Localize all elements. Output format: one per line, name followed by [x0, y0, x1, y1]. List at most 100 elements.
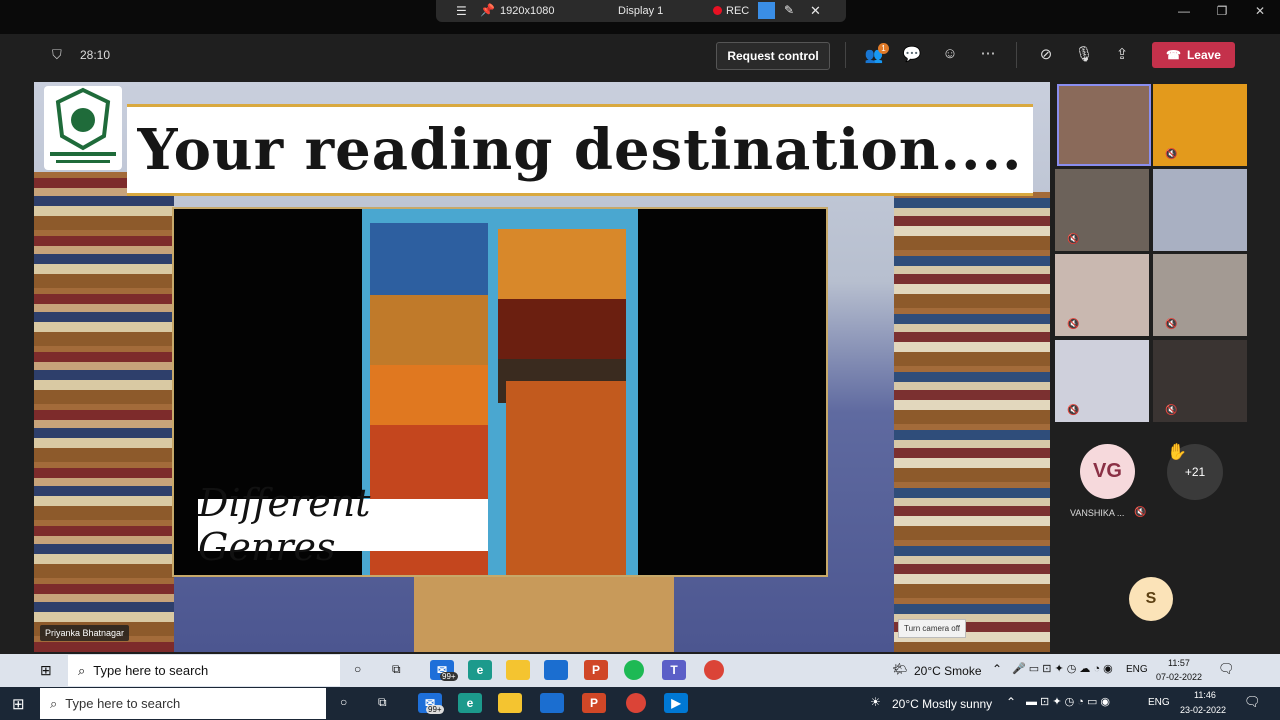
powerpoint-icon[interactable]: P	[582, 693, 606, 713]
participant-video-tile[interactable]: 🔇	[1153, 84, 1247, 166]
taskbar-remote: ⊞ ⌕ Type here to search ○ ⧉ ✉ 99+ e P T …	[0, 654, 1280, 687]
tray-icons[interactable]: ▬ ⊡ ✦ ◷ ◔ ▭ ◉	[1026, 695, 1110, 708]
leave-label: Leave	[1186, 48, 1221, 62]
chevron-up-icon[interactable]: ⌃	[992, 662, 1002, 676]
presenter-name-tag: Priyanka Bhatnagar	[40, 625, 130, 641]
file-explorer-icon[interactable]	[506, 660, 530, 680]
windows-start-icon[interactable]: ⊞	[12, 695, 25, 713]
mic-off-icon[interactable]: 🎙	[1072, 45, 1096, 63]
mic-off-icon: 🔇	[1165, 405, 1178, 416]
remote-desktop-icon[interactable]: ▶	[664, 693, 688, 713]
participant-video-tile[interactable]: 🔇	[1055, 340, 1149, 422]
participants-panel: 🔇 🔇 🔇 🔇 🔇 🔇 VG VANSHIKA ... 🔇 +21 ✋ S	[1050, 82, 1250, 652]
clock-time[interactable]: 11:57	[1168, 658, 1190, 668]
book-cover	[370, 365, 488, 425]
task-view-icon[interactable]: ⧉	[392, 662, 401, 677]
cortana-icon[interactable]: ○	[340, 695, 347, 709]
participant-video-tile[interactable]: 🔇	[1153, 340, 1247, 422]
shared-screen: Your reading destination.... Different G…	[34, 82, 1050, 652]
meeting-header	[34, 34, 1250, 80]
meeting-timer: 28:10	[80, 48, 111, 62]
language-indicator[interactable]: ENG	[1148, 697, 1170, 708]
people-badge: 1	[878, 43, 889, 54]
spotify-icon[interactable]	[624, 660, 644, 680]
cortana-icon[interactable]: ○	[354, 662, 361, 676]
book-cover	[506, 381, 626, 575]
clock-date[interactable]: 07-02-2022	[1156, 672, 1202, 682]
avatar[interactable]: VG	[1080, 444, 1135, 499]
clock-time[interactable]: 11:46	[1194, 690, 1216, 700]
mic-off-icon: 🔇	[1165, 149, 1178, 160]
more-options-icon[interactable]: ⋯	[976, 44, 1000, 62]
genres-caption-text: Different Genres	[198, 481, 371, 569]
rec-dot-icon	[713, 6, 722, 15]
powerpoint-icon[interactable]: P	[584, 660, 608, 680]
shield-icon: ⛉	[52, 47, 62, 62]
divider	[845, 42, 846, 68]
pencil-icon[interactable]: ✎	[784, 3, 794, 17]
rec-label: REC	[726, 5, 750, 17]
genres-caption: Different Genres	[198, 481, 488, 569]
participant-name: VANSHIKA ...	[1070, 508, 1125, 518]
screen-icon[interactable]	[758, 2, 775, 19]
book-cover	[370, 295, 488, 365]
camera-off-icon[interactable]: ⊘	[1034, 45, 1058, 63]
participant-video-tile[interactable]: 🔇	[1153, 254, 1247, 336]
mic-off-icon: 🔇	[1067, 319, 1080, 330]
close-icon[interactable]: ✕	[810, 3, 821, 19]
file-explorer-icon[interactable]	[498, 693, 522, 713]
search-icon: ⌕	[50, 695, 58, 711]
chrome-icon[interactable]	[704, 660, 724, 680]
mic-off-icon: 🔇	[1067, 405, 1080, 416]
request-control-button[interactable]: Request control	[716, 42, 830, 70]
notification-icon[interactable]: 🗨	[1244, 694, 1261, 710]
search-box[interactable]: ⌕ Type here to search	[68, 655, 340, 686]
chat-icon[interactable]: 💬	[900, 45, 924, 63]
tray-icons[interactable]: 🎤 ▭ ⊡ ✦ ◷ ☁ ◔ ◉	[1012, 662, 1113, 675]
slide-title-banner: Your reading destination....	[127, 104, 1033, 196]
school-logo	[44, 86, 122, 170]
participant-video-tile[interactable]	[1057, 84, 1151, 166]
participant-video-tile[interactable]: 🔇	[1055, 169, 1149, 251]
clock-date[interactable]: 23-02-2022	[1180, 705, 1226, 715]
mic-off-icon: 🔇	[1134, 507, 1147, 518]
avatar[interactable]: S	[1129, 577, 1173, 621]
phone-icon: ☎	[1166, 48, 1181, 62]
divider	[1016, 42, 1017, 68]
restore-icon[interactable]: ❐	[1204, 4, 1240, 18]
share-screen-icon[interactable]: ⇪	[1110, 45, 1134, 63]
embedded-video: Different Genres	[172, 207, 828, 577]
store-icon[interactable]	[544, 660, 568, 680]
hamburger-icon[interactable]: ☰	[456, 4, 467, 18]
leave-button[interactable]: ☎ Leave	[1152, 42, 1235, 68]
mail-badge: 99+	[440, 672, 458, 681]
participant-video-tile[interactable]	[1153, 169, 1247, 251]
search-box[interactable]: ⌕ Type here to search	[40, 688, 326, 719]
pin-icon[interactable]: 📌	[480, 3, 495, 17]
mail-badge: 99+	[426, 705, 444, 714]
display-label[interactable]: Display 1	[618, 5, 663, 17]
reactions-icon[interactable]: ☺	[938, 45, 962, 62]
store-icon[interactable]	[540, 693, 564, 713]
search-icon: ⌕	[78, 662, 86, 678]
book-cover	[498, 229, 626, 299]
windows-start-icon[interactable]: ⊞	[40, 662, 52, 679]
slide-title: Your reading destination....	[137, 117, 1023, 183]
task-view-icon[interactable]: ⧉	[378, 695, 387, 710]
notification-icon[interactable]: 🗨	[1218, 661, 1235, 677]
weather-icon: 🌤	[892, 662, 908, 676]
teams-icon[interactable]: T	[662, 660, 686, 680]
weather-text: 20°C Smoke	[914, 664, 982, 678]
edge-icon[interactable]: e	[468, 660, 492, 680]
book-cover	[498, 299, 626, 359]
weather-text: 20°C Mostly sunny	[892, 697, 993, 711]
chevron-up-icon[interactable]: ⌃	[1006, 695, 1016, 709]
participant-video-tile[interactable]: 🔇	[1055, 254, 1149, 336]
language-indicator[interactable]: ENG	[1126, 664, 1148, 675]
edge-icon[interactable]: e	[458, 693, 482, 713]
weather-icon: ☀	[870, 695, 881, 709]
window-close-icon[interactable]: ✕	[1242, 4, 1278, 18]
chrome-icon[interactable]	[626, 693, 646, 713]
search-placeholder: Type here to search	[93, 663, 209, 678]
minimize-icon[interactable]: —	[1166, 4, 1202, 18]
